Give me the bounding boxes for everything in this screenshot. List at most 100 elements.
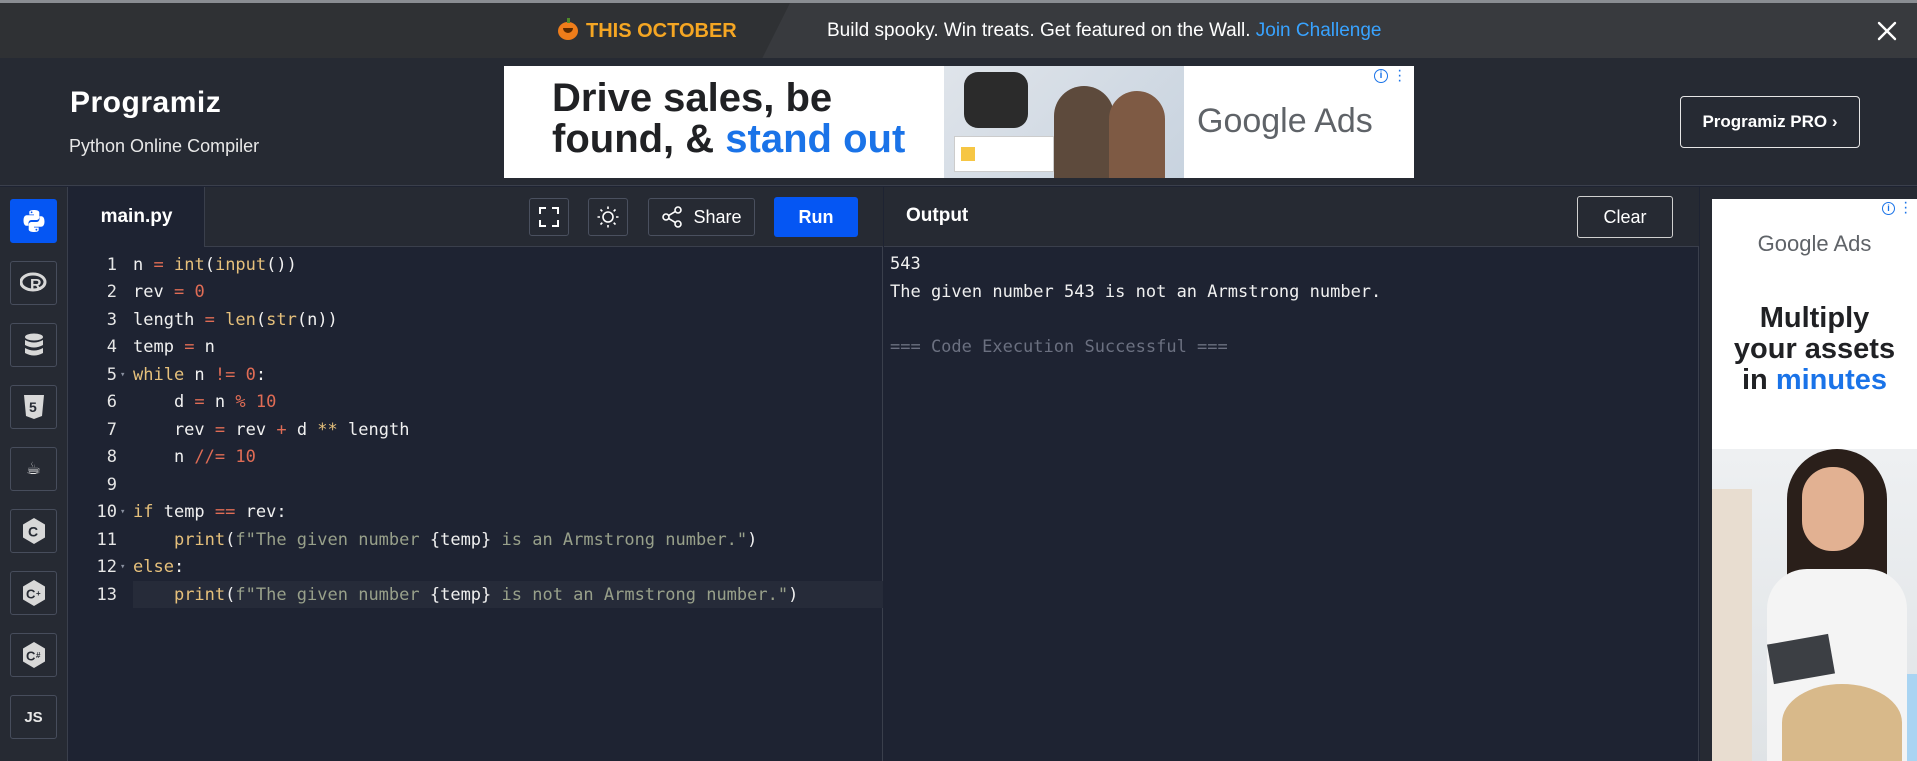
sql-database-icon[interactable] xyxy=(10,323,57,367)
line-number: 1 xyxy=(106,254,117,275)
side-ad-photo xyxy=(1712,449,1917,761)
code-text: if temp == rev: xyxy=(133,502,287,522)
line-number: 4 xyxy=(106,337,117,357)
code-text: length = len(str(n)) xyxy=(133,309,338,330)
language-sidebar: R 5 ☕ C C + C # JS xyxy=(0,187,68,761)
ad-headline-line2a: found, & xyxy=(552,117,726,161)
output-console[interactable]: 543 The given number 543 is not an Armst… xyxy=(884,247,1699,761)
code-text: rev = 0 xyxy=(133,282,205,302)
ad-headline-line1: Drive sales, be xyxy=(552,76,833,120)
line-number: 9 xyxy=(106,474,117,495)
pumpkin-icon xyxy=(558,18,578,40)
ad-person-image xyxy=(1054,86,1114,178)
site-header: Programiz Python Online Compiler Drive s… xyxy=(0,58,1917,186)
side-advertisement[interactable]: i · · · Google Ads Multiply your assets in… xyxy=(1700,187,1917,761)
csharp-icon[interactable]: C # xyxy=(10,633,57,677)
share-label: Share xyxy=(693,206,742,227)
clear-button[interactable]: Clear xyxy=(1577,196,1673,238)
code-text: n = int(input()) xyxy=(133,254,297,275)
java-icon[interactable]: ☕ xyxy=(10,447,57,491)
fullscreen-button[interactable] xyxy=(529,198,569,236)
line-number: 12 xyxy=(96,557,117,577)
side-ad-headline-line3b: minutes xyxy=(1775,364,1888,396)
line-number: 8 xyxy=(106,447,117,467)
ad-headline: Drive sales, be found, & stand out xyxy=(552,78,905,160)
line-number: 2 xyxy=(106,282,117,302)
code-line[interactable]: 5 ▾ while n != 0: xyxy=(69,361,883,388)
cpp-icon[interactable]: C + xyxy=(10,571,57,615)
line-number: 7 xyxy=(106,419,117,440)
code-line[interactable]: 10 ▾ if temp == rev: xyxy=(69,499,883,526)
javascript-icon[interactable]: JS xyxy=(10,695,57,739)
promo-banner: THIS OCTOBER Build spooky. Win treats. G… xyxy=(0,0,1917,58)
programiz-pro-button[interactable]: Programiz PRO › xyxy=(1680,96,1860,148)
output-toolbar: Output Clear xyxy=(884,187,1699,247)
code-line-active[interactable]: 13 print(f"The given number {temp} is no… xyxy=(97,581,883,608)
ad-device-image xyxy=(964,72,1028,128)
fold-arrow-icon[interactable]: ▾ xyxy=(117,370,133,380)
ad-menu-icon[interactable]: · · · xyxy=(1903,199,1909,221)
page-subtitle: Python Online Compiler xyxy=(69,136,260,156)
line-number: 13 xyxy=(96,584,117,605)
line-number: 6 xyxy=(106,392,117,412)
code-line[interactable]: 9 xyxy=(69,471,883,498)
google-ads-logo: Google Ads xyxy=(1197,102,1373,140)
editor-toolbar: main.py Share Run xyxy=(69,187,883,247)
fold-arrow-icon[interactable]: ▾ xyxy=(117,507,133,517)
code-editor[interactable]: 1 n = int(input()) 2 rev = 0 3 length = … xyxy=(69,247,883,761)
code-line[interactable]: 4 temp = n xyxy=(69,334,883,361)
code-line[interactable]: 2 rev = 0 xyxy=(69,279,883,306)
code-line[interactable]: 7 rev = rev + d ** length xyxy=(69,416,883,443)
line-number: 10 xyxy=(96,502,117,522)
programiz-logo[interactable]: Programiz xyxy=(70,86,221,120)
ad-person-image xyxy=(1109,91,1165,178)
promo-tag-label: THIS OCTOBER xyxy=(586,19,737,42)
svg-text:C: C xyxy=(26,649,36,664)
code-line[interactable]: 6 d = n % 10 xyxy=(69,389,883,416)
run-button[interactable]: Run xyxy=(774,197,858,237)
java-glyph: ☕ xyxy=(25,459,42,478)
promo-message: Build spooky. Win treats. Get featured o… xyxy=(827,20,1381,42)
output-line: The given number 543 is not an Armstrong… xyxy=(890,281,1382,302)
ad-photo xyxy=(944,66,1184,178)
python-icon[interactable] xyxy=(10,199,57,243)
line-number: 5 xyxy=(106,364,117,385)
top-advertisement[interactable]: Drive sales, be found, & stand out Googl… xyxy=(504,66,1414,178)
code-line[interactable]: 1 n = int(input()) xyxy=(69,251,883,278)
r-icon[interactable]: R xyxy=(10,261,57,305)
svg-text:+: + xyxy=(36,589,41,598)
google-ads-logo: Google Ads xyxy=(1757,231,1872,256)
c-icon[interactable]: C xyxy=(10,509,57,553)
ad-info-icon[interactable]: i xyxy=(1882,202,1895,215)
side-ad-headline-line2: your assets xyxy=(1733,333,1896,365)
code-line[interactable]: 11 print(f"The given number {temp} is an… xyxy=(69,526,883,553)
side-ad-headline-line1: Multiply xyxy=(1759,302,1870,334)
code-line[interactable]: 8 n //= 10 xyxy=(69,444,883,471)
close-icon[interactable] xyxy=(1873,17,1901,45)
svg-text:C: C xyxy=(28,524,38,540)
svg-text:C: C xyxy=(26,587,36,602)
promo-tag: THIS OCTOBER xyxy=(558,18,737,43)
code-text: while n != 0: xyxy=(133,364,267,385)
code-line[interactable]: 3 length = len(str(n)) xyxy=(69,306,883,333)
code-line[interactable]: 12 ▾ else: xyxy=(69,554,883,581)
output-title: Output xyxy=(906,205,969,226)
join-challenge-link[interactable]: Join Challenge xyxy=(1256,20,1382,41)
javascript-glyph: JS xyxy=(24,708,43,726)
line-number: 3 xyxy=(106,309,117,330)
theme-toggle-button[interactable] xyxy=(588,198,628,236)
promo-message-text: Build spooky. Win treats. Get featured o… xyxy=(827,20,1251,41)
side-ad-content[interactable]: i · · · Google Ads Multiply your assets in… xyxy=(1712,199,1917,761)
html5-icon[interactable]: 5 xyxy=(10,385,57,429)
tab-main-py[interactable]: main.py xyxy=(69,187,205,247)
ad-info-icon[interactable]: i xyxy=(1374,69,1388,83)
share-button[interactable]: Share xyxy=(648,198,755,236)
line-number: 11 xyxy=(96,529,117,550)
execution-status: === Code Execution Successful === xyxy=(890,336,1228,357)
fold-arrow-icon[interactable]: ▾ xyxy=(117,562,133,572)
code-text: n //= 10 xyxy=(133,447,256,467)
ad-menu-icon[interactable]: · · · xyxy=(1397,66,1403,89)
ad-headline-line2b: stand out xyxy=(725,117,906,161)
sun-icon xyxy=(597,206,619,228)
